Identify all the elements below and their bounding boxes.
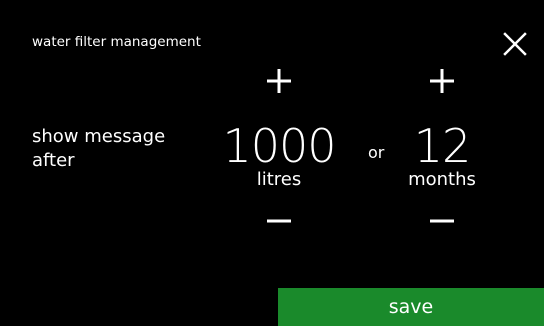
plus-icon (430, 69, 454, 93)
minus-icon (430, 219, 454, 223)
or-connector: or (368, 143, 385, 162)
setting-label: show message after (32, 126, 166, 171)
months-value: 12 (413, 119, 472, 173)
close-button[interactable] (501, 30, 529, 58)
filter-management-screen: water filter management show message aft… (0, 0, 544, 326)
page-title: water filter management (32, 34, 201, 50)
litres-value: 1000 (222, 119, 336, 173)
close-icon (503, 32, 527, 56)
months-decrement-button[interactable] (422, 201, 462, 241)
months-increment-button[interactable] (422, 61, 462, 101)
months-unit: months (408, 169, 476, 190)
save-button[interactable]: save (278, 288, 544, 326)
minus-icon (267, 219, 291, 223)
plus-icon (267, 69, 291, 93)
litres-unit: litres (256, 169, 302, 190)
litres-decrement-button[interactable] (259, 201, 299, 241)
litres-increment-button[interactable] (259, 61, 299, 101)
